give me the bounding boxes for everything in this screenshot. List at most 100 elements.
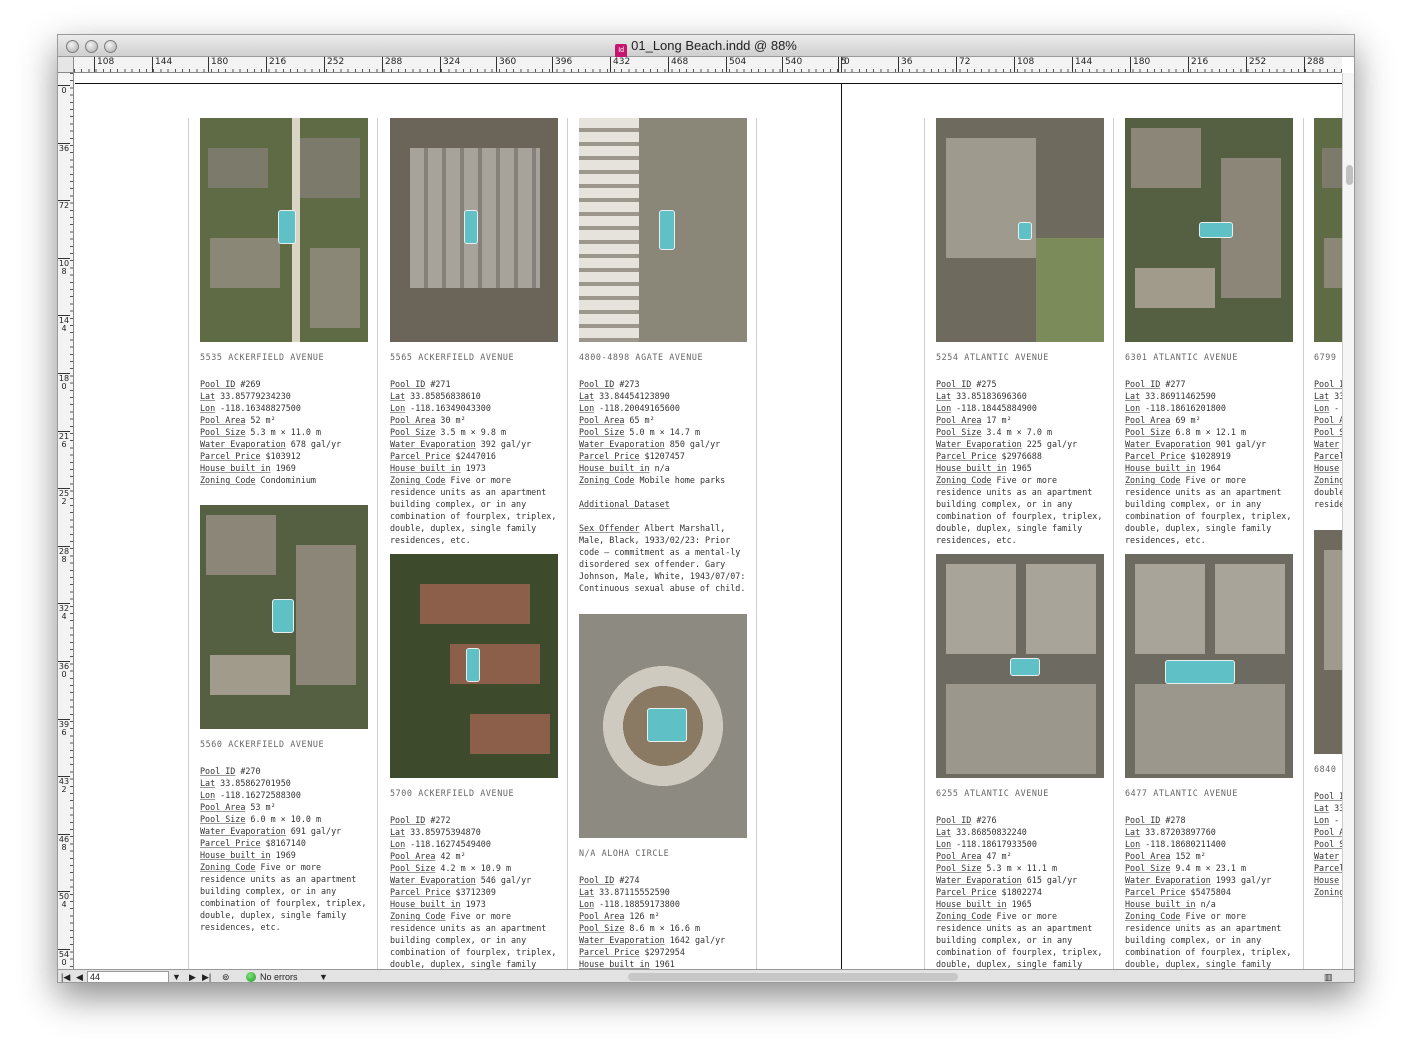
field-label: Pool Area: [200, 802, 246, 812]
field-label: Zoning Code: [1125, 911, 1181, 921]
pool-card[interactable]: 5254 ATLANTIC AVENUE Pool ID #275 Lat 33.8…: [936, 118, 1104, 546]
aerial-photo[interactable]: [390, 554, 558, 778]
field-value: 1969: [270, 850, 296, 860]
field-value: 4.2 m × 10.9 m: [435, 863, 512, 873]
horizontal-ruler[interactable]: 108 144 180 216 252 288 324 360 396 432 468 504 540 5…: [74, 57, 1342, 73]
aerial-photo[interactable]: [390, 118, 558, 342]
field-value: Five or more residence units as an apart…: [200, 862, 367, 932]
field-label: Zoning Code: [579, 475, 635, 485]
data-row: House built in 1965: [936, 462, 1104, 474]
data-row: Zoning Code Five or more residence units…: [390, 910, 558, 969]
field-label: Parcel Price: [390, 451, 451, 461]
data-row: Pool ID #269: [200, 378, 368, 390]
data-row: Lon -118.18617933500: [936, 838, 1104, 850]
pool-card[interactable]: 6301 ATLANTIC AVENUE Pool ID #277 Lat 33.8…: [1125, 118, 1293, 546]
field-value: 546 gal/yr: [475, 875, 532, 885]
address-caption: 4800-4898 AGATE AVENUE: [579, 352, 704, 362]
pool-card[interactable]: 6255 ATLANTIC AVENUE Pool ID #276 Lat 33.8…: [936, 554, 1104, 969]
field-value: 33.87115552590: [594, 887, 670, 897]
ruler-label: 252: [324, 57, 344, 72]
preflight-menu-chevron-down-icon[interactable]: ▼: [319, 972, 328, 982]
pool-card[interactable]: 6799Pool ILat 33Lon -Pool APool SWaterPa…: [1314, 118, 1342, 510]
page-menu-chevron-down-icon[interactable]: ▼: [172, 972, 181, 982]
pool-card[interactable]: 5535 ACKERFIELD AVENUE Pool ID #269 Lat 33…: [200, 118, 368, 486]
aerial-photo[interactable]: [1314, 118, 1342, 342]
address-caption: 6255 ATLANTIC AVENUE: [936, 788, 1049, 798]
vertical-scrollbar[interactable]: [1342, 73, 1354, 969]
field-label: Pool Size: [936, 427, 982, 437]
ruler-label: 396: [552, 57, 572, 72]
data-row: Pool ID #270: [200, 765, 368, 777]
ruler-origin[interactable]: [58, 57, 74, 73]
column-rule: [377, 118, 378, 969]
data-row: Pool Area 30 m²: [390, 414, 558, 426]
vertical-ruler[interactable]: 0 36 72 108 144 180 216 252 288 324 360 396 432 468 50…: [58, 73, 74, 969]
pool-shape: [1010, 658, 1040, 676]
field-value: 1965: [1006, 463, 1032, 473]
field-label: Parcel Price: [936, 887, 997, 897]
pool-card[interactable]: 5700 ACKERFIELD AVENUE Pool ID #272 Lat 33…: [390, 554, 558, 969]
field-value: double: [1314, 487, 1342, 497]
field-value: 392 gal/yr: [475, 439, 532, 449]
vertical-scroll-thumb[interactable]: [1346, 165, 1353, 185]
address-caption: 6477 ATLANTIC AVENUE: [1125, 788, 1238, 798]
field-label: Pool I: [1314, 791, 1342, 801]
aerial-photo[interactable]: [200, 118, 368, 342]
last-page-button[interactable]: ▶|: [202, 972, 211, 982]
aerial-photo[interactable]: [1125, 554, 1293, 778]
field-label: Pool Area: [579, 911, 625, 921]
field-value: 47 m²: [981, 851, 1012, 861]
ruler-label: 108: [58, 257, 70, 276]
aerial-photo[interactable]: [579, 614, 747, 838]
field-value: Five or more residence units as an apart…: [936, 475, 1103, 545]
data-row: Pool Area 65 m²: [579, 414, 747, 426]
data-row: Lon -118.18859173800: [579, 898, 747, 910]
field-value: 1961: [649, 959, 675, 969]
data-row: Water Evaporation 678 gal/yr: [200, 438, 368, 450]
address-caption: 6840: [1314, 764, 1337, 774]
pool-shape: [464, 210, 478, 244]
data-row: House built in 1961: [579, 958, 747, 969]
data-row: Lon -118.16349043300: [390, 402, 558, 414]
field-label: Zoning: [1314, 887, 1342, 897]
aerial-photo[interactable]: [1125, 118, 1293, 342]
field-label: House built in: [579, 463, 650, 473]
data-row: Lon -118.16348827500: [200, 402, 368, 414]
preflight-status-text[interactable]: No errors: [260, 972, 298, 982]
horizontal-scroll-thumb[interactable]: [628, 973, 958, 981]
first-page-button[interactable]: |◀: [61, 972, 70, 982]
aerial-photo[interactable]: [579, 118, 747, 342]
data-row: Lat 33.85862701950: [200, 777, 368, 789]
document-pasteboard[interactable]: 5535 ACKERFIELD AVENUE Pool ID #269 Lat 33…: [75, 73, 1342, 969]
data-row: Water Evaporation 850 gal/yr: [579, 438, 747, 450]
field-value: -118.16349043300: [405, 403, 491, 413]
field-value: #276: [971, 815, 997, 825]
pool-card[interactable]: 5565 ACKERFIELD AVENUE Pool ID #271 Lat 33…: [390, 118, 558, 546]
pool-card[interactable]: 6477 ATLANTIC AVENUE Pool ID #278 Lat 33.8…: [1125, 554, 1293, 969]
next-page-button[interactable]: ▶: [189, 972, 196, 982]
data-row: Pool Area 52 m²: [200, 414, 368, 426]
pool-card[interactable]: 6840Pool ILat 33Lon -Pool APool SWaterPa…: [1314, 530, 1342, 898]
pool-card[interactable]: 4800-4898 AGATE AVENUE Pool ID #273 Lat 33…: [579, 118, 747, 594]
data-row: Water Evaporation 225 gal/yr: [936, 438, 1104, 450]
field-label: Parcel Price: [936, 451, 997, 461]
data-row: Lat 33.86850832240: [936, 826, 1104, 838]
field-label: Pool S: [1314, 427, 1342, 437]
aerial-photo[interactable]: [936, 554, 1104, 778]
split-window-icon[interactable]: ▥: [1324, 972, 1333, 982]
pool-card[interactable]: 5560 ACKERFIELD AVENUE Pool ID #270 Lat 33…: [200, 505, 368, 933]
pool-card[interactable]: N/A ALOHA CIRCLE Pool ID #274 Lat 33.87115…: [579, 614, 747, 969]
aerial-photo[interactable]: [200, 505, 368, 729]
open-file-icon[interactable]: ⊚: [222, 972, 230, 982]
ruler-label: 468: [668, 57, 688, 72]
field-label: Lon: [200, 403, 216, 413]
field-label: Pool Area: [579, 415, 625, 425]
field-value: $2972954: [639, 947, 685, 957]
previous-page-button[interactable]: ◀: [76, 972, 83, 982]
aerial-photo[interactable]: [1314, 530, 1342, 754]
field-value: 1965: [1006, 899, 1032, 909]
aerial-photo[interactable]: [936, 118, 1104, 342]
field-label: Lon: [579, 899, 595, 909]
field-label: House built in: [1125, 463, 1196, 473]
page-number-field[interactable]: 44: [87, 971, 169, 982]
